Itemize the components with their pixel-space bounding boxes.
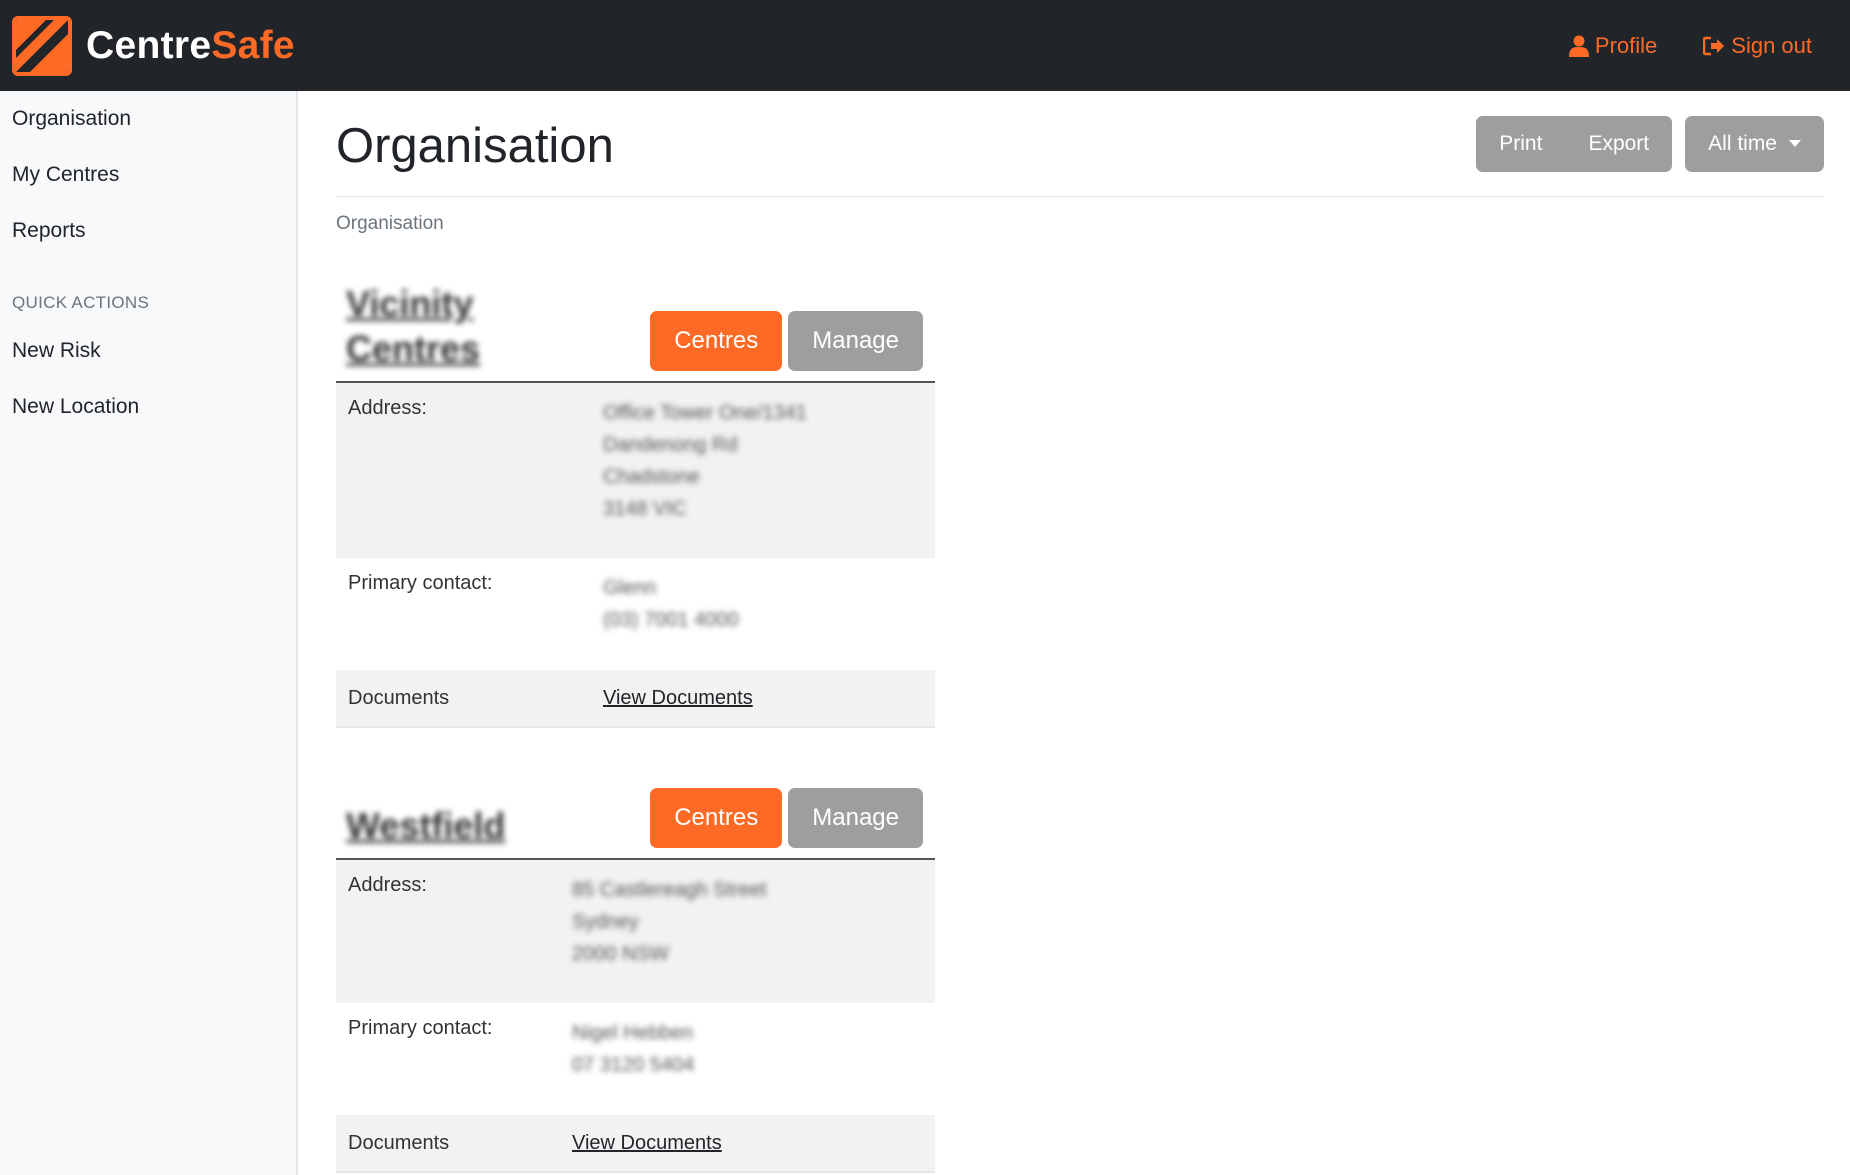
sidebar-item-new-risk[interactable]: New Risk <box>0 323 296 379</box>
centres-button[interactable]: Centres <box>650 788 783 848</box>
profile-label: Profile <box>1594 32 1658 58</box>
address-value: 85 Castlereagh Street Sydney 2000 NSW <box>572 874 767 989</box>
documents-label: Documents <box>348 1131 450 1154</box>
main-content: Organisation Print Export All time Organ… <box>336 91 1824 1173</box>
organisation-card: Westfield Centres Manage Address: 85 Cas… <box>336 788 935 1173</box>
brand-name: CentreSafe <box>86 24 295 68</box>
documents-row: Documents View Documents <box>336 1115 935 1173</box>
sign-out-icon <box>1703 36 1725 56</box>
address-row: Address: Office Tower One/1341 Dandenong… <box>336 383 935 558</box>
sidebar-item-my-centres[interactable]: My Centres <box>0 147 296 203</box>
quick-actions-heading: QUICK ACTIONS <box>12 293 150 312</box>
manage-button[interactable]: Manage <box>788 788 923 848</box>
primary-contact-label: Primary contact: <box>348 572 493 594</box>
brand[interactable]: CentreSafe <box>12 15 295 76</box>
primary-contact-label: Primary contact: <box>348 1017 493 1039</box>
address-line: 85 Castlereagh Street <box>572 879 767 901</box>
profile-link[interactable]: Profile <box>1568 32 1658 59</box>
sign-out-label: Sign out <box>1731 32 1812 58</box>
manage-button[interactable]: Manage <box>788 311 923 371</box>
address-line: 3148 VIC <box>603 498 687 520</box>
address-value: Office Tower One/1341 Dandenong Rd Chads… <box>603 397 807 544</box>
address-line: Sydney <box>572 911 639 933</box>
brand-name-part1: Centre <box>86 23 212 67</box>
documents-row: Documents View Documents <box>336 670 935 728</box>
address-label: Address: <box>348 874 427 896</box>
contact-phone: (03) 7001 4000 <box>603 609 739 631</box>
primary-contact-row: Primary contact: Glenn (03) 7001 4000 <box>336 558 935 670</box>
centresafe-logo-icon <box>12 15 72 76</box>
top-navbar: CentreSafe Profile Sign out <box>0 0 1850 91</box>
view-documents-link[interactable]: View Documents <box>572 1132 722 1155</box>
address-line: Office Tower One/1341 <box>603 402 807 424</box>
time-range-label: All time <box>1708 131 1777 155</box>
sidebar: Organisation My Centres Reports QUICK AC… <box>0 91 298 1175</box>
organisation-name-line2: Centres <box>346 328 481 369</box>
export-button[interactable]: Export <box>1565 115 1673 172</box>
address-line: Chadstone <box>603 466 700 488</box>
sign-out-link[interactable]: Sign out <box>1703 33 1812 59</box>
organisation-name-line1: Westfield <box>346 805 506 846</box>
print-export-group: Print Export <box>1476 115 1673 172</box>
sidebar-item-organisation[interactable]: Organisation <box>0 91 296 147</box>
primary-contact-row: Primary contact: Nigel Hebben 07 3120 54… <box>336 1003 935 1115</box>
user-icon <box>1568 35 1589 57</box>
sidebar-item-new-location[interactable]: New Location <box>0 379 296 435</box>
breadcrumb: Organisation <box>336 213 444 234</box>
organisation-name[interactable]: Westfield <box>336 803 505 848</box>
print-button[interactable]: Print <box>1476 115 1566 172</box>
organisation-name[interactable]: Vicinity Centres <box>336 281 480 371</box>
address-line: Dandenong Rd <box>603 434 738 456</box>
page-title: Organisation <box>336 118 614 173</box>
primary-contact-value: Glenn (03) 7001 4000 <box>603 572 739 656</box>
time-range-dropdown[interactable]: All time <box>1685 115 1824 172</box>
organisation-name-line1: Vicinity <box>346 283 474 324</box>
centres-button[interactable]: Centres <box>650 311 783 371</box>
address-row: Address: 85 Castlereagh Street Sydney 20… <box>336 860 935 1003</box>
documents-label: Documents <box>348 686 450 709</box>
caret-down-icon <box>1789 140 1801 147</box>
contact-phone: 07 3120 5404 <box>572 1054 695 1076</box>
address-line: 2000 NSW <box>572 943 669 965</box>
view-documents-link[interactable]: View Documents <box>603 687 753 710</box>
contact-name: Glenn <box>603 577 657 599</box>
sidebar-item-reports[interactable]: Reports <box>0 203 296 259</box>
contact-name: Nigel Hebben <box>572 1022 694 1044</box>
brand-name-part2: Safe <box>211 23 295 67</box>
organisation-card: Vicinity Centres Centres Manage Address:… <box>336 281 935 728</box>
page-header: Organisation Print Export All time <box>336 91 1824 197</box>
address-label: Address: <box>348 397 427 419</box>
primary-contact-value: Nigel Hebben 07 3120 5404 <box>572 1017 694 1101</box>
